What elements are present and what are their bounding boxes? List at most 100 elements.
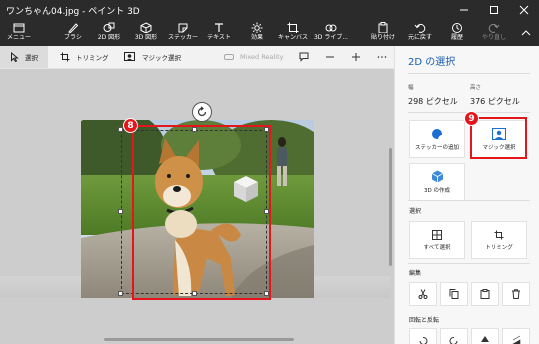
paste-icon (480, 289, 490, 299)
annotation-highlight-box-9 (470, 117, 527, 159)
panel-title: 2D の選択 (408, 57, 456, 68)
ribbon-history-button[interactable]: 履歴 (446, 20, 468, 46)
close-button[interactable] (509, 0, 539, 20)
maximize-button[interactable] (479, 0, 509, 20)
3d-shapes-icon (140, 22, 152, 33)
ribbon-3d-shapes-button[interactable]: 3D 図形 (133, 20, 159, 46)
more-options-button[interactable] (377, 46, 393, 68)
width-label: 幅 (408, 85, 414, 91)
height-value[interactable]: 376 ピクセル (470, 96, 520, 107)
ribbon-effects-button[interactable]: 効果 (246, 20, 268, 46)
mixed-reality-button[interactable]: Mixed Reality (224, 46, 283, 68)
horizontal-scrollbar[interactable] (104, 338, 294, 341)
ribbon-3d-library-button[interactable]: 3D ライブ... (314, 20, 348, 46)
width-value[interactable]: 298 ピクセル (408, 96, 458, 107)
rotate-right-button[interactable] (440, 328, 468, 344)
crop-icon (60, 52, 70, 62)
zoom-in-button[interactable] (351, 46, 367, 68)
collapse-ribbon-chevron-icon[interactable] (521, 29, 531, 36)
history-icon (452, 23, 462, 33)
crop-icon (494, 230, 504, 239)
ribbon-undo-button[interactable]: 元に戻す (406, 20, 434, 46)
cursor-arrow-icon (11, 52, 19, 62)
zoom-out-button[interactable] (325, 46, 341, 68)
canvas-area[interactable]: 8 (0, 69, 394, 344)
flip-horizontal-icon (512, 335, 521, 344)
divider (408, 263, 530, 264)
brush-icon (68, 23, 79, 33)
select-all-button[interactable]: すべて選択 (409, 221, 465, 259)
rotate-handle[interactable] (192, 102, 212, 122)
side-panel: 2D の選択 幅 298 ピクセル 高さ 376 ピクセル ステッカーの追加 マ… (394, 46, 539, 344)
divider (408, 73, 530, 74)
minimize-icon (460, 9, 468, 11)
stickers-icon (178, 23, 188, 33)
make-3d-button[interactable]: 3D の作成 (409, 163, 465, 201)
ribbon-paste-button[interactable]: 貼り付け (369, 20, 397, 46)
minus-icon (326, 56, 334, 58)
sticker-icon (432, 128, 442, 139)
paint-3d-window: ワンちゃん04.jpg - ペイント 3D メニュー ブラシ 2D 図形 3D … (0, 0, 539, 344)
resize-handle-left[interactable] (118, 209, 123, 214)
undo-icon (414, 23, 426, 33)
folder-menu-icon (13, 23, 25, 33)
ribbon-redo-button[interactable]: やり直し (480, 20, 508, 46)
paste-button[interactable] (471, 282, 499, 306)
crop-tool-button[interactable]: トリミング (60, 46, 109, 68)
rotate-icon (197, 106, 207, 117)
ribbon-menu-button[interactable]: メニュー (6, 20, 32, 46)
section-label-edit: 編集 (409, 270, 422, 277)
ribbon: メニュー ブラシ 2D 図形 3D 図形 ステッカー テキスト 効果 キャンバス… (0, 20, 539, 46)
minimize-button[interactable] (449, 0, 479, 20)
3d-cube-icon (431, 170, 443, 183)
ribbon-text-button[interactable]: テキスト (207, 20, 231, 46)
2d-shapes-icon (103, 22, 115, 32)
rotate-left-icon (419, 336, 428, 344)
flip-vertical-button[interactable] (471, 328, 499, 344)
ribbon-stickers-button[interactable]: ステッカー (168, 20, 198, 46)
selection-toolbar: 選択 トリミング マジック選択 Mixed Reality (0, 46, 394, 69)
3d-library-icon (325, 24, 337, 32)
window-title: ワンちゃん04.jpg - ペイント 3D (6, 7, 140, 17)
delete-button[interactable] (502, 282, 530, 306)
select-all-icon (432, 229, 442, 240)
redo-icon (488, 23, 500, 33)
flip-horizontal-button[interactable] (502, 328, 530, 344)
ribbon-brushes-button[interactable]: ブラシ (62, 20, 84, 46)
make-sticker-button[interactable]: ステッカーの追加 (409, 120, 465, 158)
text-icon (215, 23, 223, 32)
copy-icon (449, 289, 459, 299)
select-tool-button[interactable]: 選択 (10, 46, 38, 68)
mixed-reality-icon (224, 54, 234, 60)
annotation-highlight-box-8 (132, 125, 271, 300)
annotation-badge-8: 8 (123, 118, 138, 133)
maximize-icon (490, 6, 498, 14)
effects-icon (251, 22, 263, 33)
ribbon-canvas-button[interactable]: キャンバス (278, 20, 308, 46)
magic-select-icon (124, 52, 135, 61)
flip-vertical-icon (481, 336, 489, 342)
magic-select-tool-button[interactable]: マジック選択 (124, 46, 181, 68)
ribbon-2d-shapes-button[interactable]: 2D 図形 (96, 20, 122, 46)
annotation-badge-9: 9 (464, 111, 479, 126)
resize-handle-bottom-left[interactable] (118, 291, 123, 296)
close-icon (519, 5, 529, 15)
height-label: 高さ (470, 85, 482, 91)
speech-bubble-icon (299, 52, 309, 62)
rotate-left-button[interactable] (409, 328, 437, 344)
paste-icon (378, 22, 388, 33)
canvas-icon (287, 22, 299, 33)
comment-button[interactable] (299, 46, 315, 68)
section-label-rotate-flip: 回転と反転 (409, 317, 440, 324)
resize-handle-top-left[interactable] (118, 127, 123, 132)
cut-button[interactable] (409, 282, 437, 306)
title-bar: ワンちゃん04.jpg - ペイント 3D (0, 0, 539, 20)
copy-button[interactable] (440, 282, 468, 306)
plus-icon (352, 53, 360, 61)
ellipsis-icon (377, 56, 387, 58)
scissors-icon (418, 289, 428, 299)
divider (408, 200, 530, 201)
panel-crop-button[interactable]: トリミング (471, 221, 527, 259)
section-label-select: 選択 (409, 208, 422, 215)
vertical-scrollbar[interactable] (389, 148, 392, 266)
